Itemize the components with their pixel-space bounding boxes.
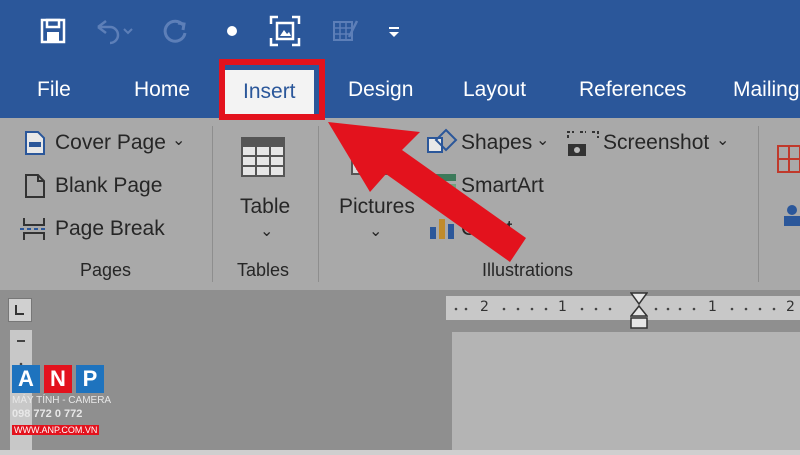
- anp-logo-letter: N: [44, 365, 72, 393]
- pointer-arrow-icon: [328, 122, 526, 262]
- watermark-tagline: MÁY TÍNH - CAMERA: [12, 395, 112, 406]
- watermark-url: WWW.ANP.COM.VN: [12, 425, 100, 435]
- anp-logo: A N P: [12, 365, 108, 393]
- anp-logo-letter: A: [12, 365, 40, 393]
- anp-watermark: A N P MÁY TÍNH - CAMERA 098 772 0 772 WW…: [12, 365, 112, 438]
- anp-logo-letter: P: [76, 365, 104, 393]
- watermark-phone: 098 772 0 772: [12, 408, 83, 420]
